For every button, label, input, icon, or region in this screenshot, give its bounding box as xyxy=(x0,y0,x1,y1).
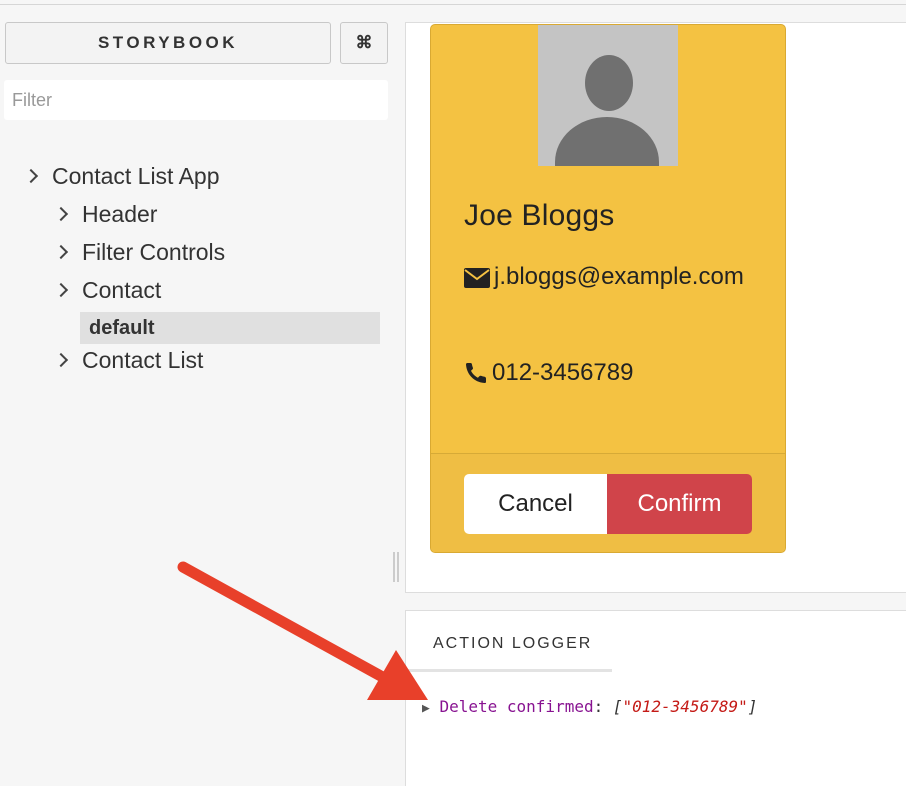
contact-card: Joe Bloggs j.bloggs@example.com 012-3456… xyxy=(430,24,786,553)
avatar-placeholder-icon xyxy=(538,25,678,166)
contact-name: Joe Bloggs xyxy=(464,199,615,232)
chevron-right-icon xyxy=(23,168,39,184)
phone-icon xyxy=(466,363,486,383)
tree-item-header[interactable]: Header xyxy=(53,199,158,229)
tree-item-label: Filter Controls xyxy=(82,238,226,265)
tab-underline xyxy=(406,669,612,672)
tree-item-label: Header xyxy=(82,200,158,227)
top-border xyxy=(0,0,906,5)
cancel-button[interactable]: Cancel xyxy=(464,474,607,534)
tree-item-contact[interactable]: Contact xyxy=(53,275,162,305)
action-log-entry[interactable]: ▶ Delete confirmed: ["012-3456789"] xyxy=(422,697,757,716)
filter-input[interactable] xyxy=(4,80,388,120)
log-action-name: Delete confirmed xyxy=(439,697,594,716)
tree-item-label: Contact List xyxy=(82,346,204,373)
tree-item-default-selected[interactable]: default xyxy=(80,312,380,344)
keyboard-shortcuts-button[interactable]: ⌘ xyxy=(340,22,388,64)
command-icon: ⌘ xyxy=(355,33,373,52)
chevron-right-icon xyxy=(53,206,69,222)
contact-email-text: j.bloggs@example.com xyxy=(494,263,744,290)
chevron-right-icon xyxy=(53,282,69,298)
card-footer: Cancel Confirm xyxy=(431,453,785,552)
expand-triangle-icon[interactable]: ▶ xyxy=(422,701,430,716)
contact-email: j.bloggs@example.com xyxy=(464,258,764,296)
panel-resize-handle[interactable] xyxy=(393,552,399,582)
chevron-right-icon xyxy=(53,352,69,368)
tree-item-label: Contact xyxy=(82,276,162,303)
tree-item-label: Contact List App xyxy=(52,162,220,189)
contact-phone-text: 012-3456789 xyxy=(492,359,634,386)
tree-item-filter-controls[interactable]: Filter Controls xyxy=(53,237,226,267)
tree-item-contact-list[interactable]: Contact List xyxy=(53,345,204,375)
contact-phone: 012-3456789 xyxy=(464,359,633,387)
log-value: "012-3456789" xyxy=(622,697,748,716)
log-separator: : xyxy=(593,697,613,716)
log-open-bracket: [ xyxy=(612,697,623,716)
addons-panel: ACTION LOGGER ▶ Delete confirmed: ["012-… xyxy=(405,610,906,786)
log-close-bracket: ] xyxy=(747,697,758,716)
chevron-right-icon xyxy=(53,244,69,260)
tab-action-logger[interactable]: ACTION LOGGER xyxy=(433,635,592,653)
storybook-title-button[interactable]: STORYBOOK xyxy=(5,22,331,64)
tree-item-contact-list-app[interactable]: Contact List App xyxy=(23,161,220,191)
confirm-button[interactable]: Confirm xyxy=(607,474,752,534)
envelope-icon xyxy=(464,267,490,288)
